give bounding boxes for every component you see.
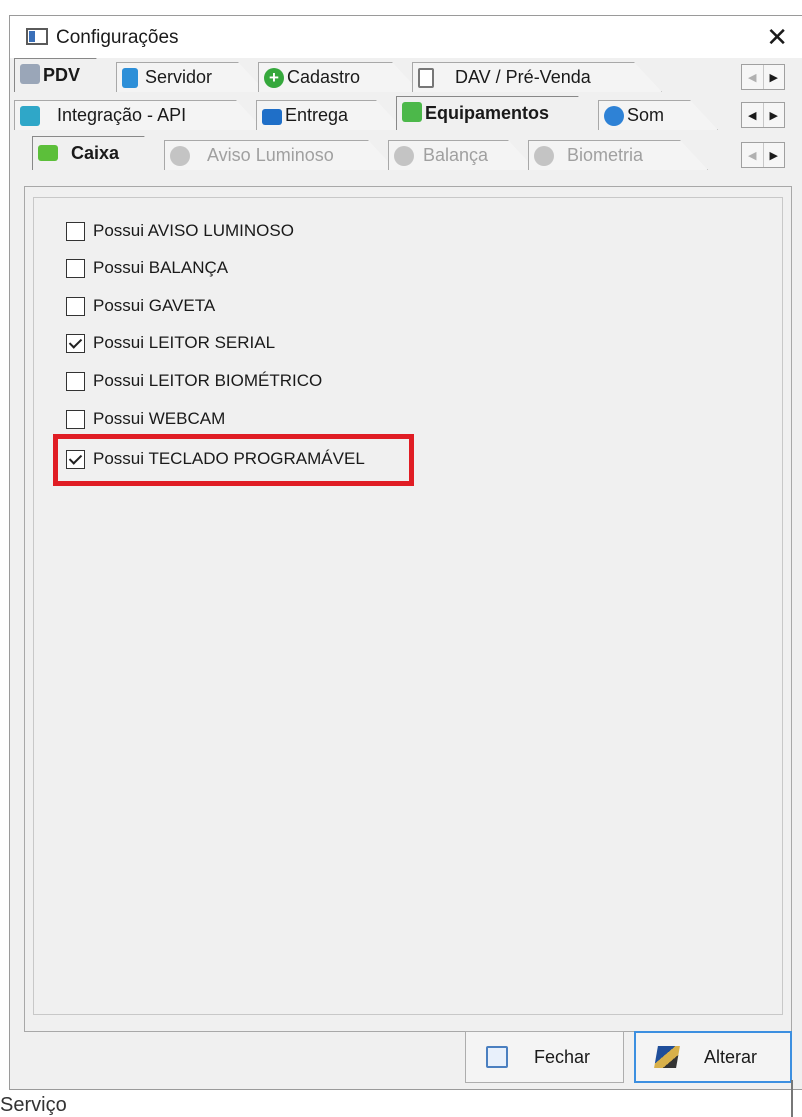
option-label: Possui WEBCAM — [93, 409, 226, 428]
scroll-left-button[interactable]: ◀ — [742, 65, 764, 89]
option-balanca[interactable]: Possui BALANÇA — [66, 256, 228, 280]
server-icon — [122, 68, 138, 88]
close-icon[interactable]: ✕ — [766, 22, 788, 53]
tab-balanca[interactable]: Balança — [388, 140, 536, 170]
tab-label: Servidor — [145, 67, 213, 87]
checkbox[interactable] — [66, 221, 85, 241]
tab-biometria[interactable]: Biometria — [528, 140, 708, 170]
tab-integracao-api[interactable]: Integração - API — [14, 100, 264, 130]
option-leitor-serial[interactable]: Possui LEITOR SERIAL — [66, 331, 275, 355]
tab-label: Caixa — [71, 143, 120, 163]
sound-icon — [604, 106, 624, 126]
plus-icon: + — [264, 68, 284, 88]
window-edge — [791, 1080, 793, 1117]
tab-row-main: PDV Servidor + Cadastro DAV / Pré-Venda … — [10, 60, 802, 92]
settings-window: Configurações ✕ PDV Servidor + Cadastro … — [9, 15, 802, 1090]
tab-label: Integração - API — [57, 105, 187, 125]
document-icon — [418, 68, 434, 88]
tab-label: DAV / Pré-Venda — [455, 67, 591, 87]
pdv-icon — [20, 64, 40, 84]
scroll-left-button[interactable]: ◀ — [742, 103, 764, 127]
edit-button-label: Alterar — [704, 1046, 758, 1067]
tab-row-equipamentos: Caixa Aviso Luminoso Balança Biometria ◀… — [10, 138, 802, 170]
tab-label: Equipamentos — [425, 103, 550, 123]
option-webcam[interactable]: Possui WEBCAM — [66, 407, 225, 431]
window-icon — [26, 28, 48, 45]
tab-scroll-equipamentos: ◀ ▶ — [741, 142, 785, 168]
scroll-right-button[interactable]: ▶ — [764, 103, 785, 127]
tab-label: PDV — [43, 65, 81, 85]
tab-label: Som — [627, 105, 665, 125]
sync-icon — [20, 106, 40, 126]
checkbox[interactable] — [66, 296, 85, 316]
tab-label: Balança — [423, 145, 489, 165]
option-leitor-biometrico[interactable]: Possui LEITOR BIOMÉTRICO — [66, 369, 322, 393]
scroll-right-button[interactable]: ▶ — [764, 143, 785, 167]
pen-icon — [654, 1046, 680, 1068]
tab-dav-pre-venda[interactable]: DAV / Pré-Venda — [412, 62, 662, 92]
window-title: Configurações — [56, 27, 179, 48]
edit-button[interactable]: Alterar — [634, 1031, 792, 1083]
scroll-right-button[interactable]: ▶ — [764, 65, 785, 89]
background-text: Serviço — [0, 1094, 67, 1116]
tab-row-pdv: Integração - API Entrega Equipamentos So… — [10, 98, 802, 130]
option-label: Possui AVISO LUMINOSO — [93, 221, 294, 240]
tab-label: Biometria — [567, 145, 644, 165]
tab-pdv[interactable]: PDV — [14, 58, 124, 92]
exit-icon — [486, 1046, 508, 1068]
gear-icon — [170, 146, 190, 166]
checkbox[interactable] — [66, 333, 85, 353]
tab-aviso-luminoso[interactable]: Aviso Luminoso — [164, 140, 396, 170]
tab-cadastro[interactable]: + Cadastro — [258, 62, 420, 92]
tab-scroll-main: ◀ ▶ — [741, 64, 785, 90]
tab-label: Cadastro — [287, 67, 361, 87]
highlight-annotation — [53, 434, 414, 486]
tab-servidor[interactable]: Servidor — [116, 62, 266, 92]
option-gaveta[interactable]: Possui GAVETA — [66, 294, 215, 318]
tab-equipamentos[interactable]: Equipamentos — [396, 96, 606, 130]
title-bar: Configurações ✕ — [10, 16, 802, 58]
gear-icon — [534, 146, 554, 166]
tab-label: Aviso Luminoso — [207, 145, 334, 165]
checkbox[interactable] — [66, 258, 85, 278]
close-button-label: Fechar — [534, 1046, 591, 1067]
tab-som[interactable]: Som — [598, 100, 718, 130]
tab-caixa[interactable]: Caixa — [32, 136, 172, 170]
option-aviso-luminoso[interactable]: Possui AVISO LUMINOSO — [66, 219, 294, 243]
checkbox[interactable] — [66, 371, 85, 391]
close-button[interactable]: Fechar — [465, 1031, 624, 1083]
scroll-left-button[interactable]: ◀ — [742, 143, 764, 167]
equipment-icon — [402, 102, 422, 122]
option-label: Possui LEITOR BIOMÉTRICO — [93, 371, 323, 390]
option-label: Possui LEITOR SERIAL — [93, 333, 276, 352]
tab-entrega[interactable]: Entrega — [256, 100, 404, 130]
tab-scroll-pdv: ◀ ▶ — [741, 102, 785, 128]
truck-icon — [262, 109, 282, 125]
checkbox[interactable] — [66, 409, 85, 429]
option-label: Possui GAVETA — [93, 296, 216, 315]
cash-register-icon — [38, 145, 58, 161]
option-label: Possui BALANÇA — [93, 258, 229, 277]
gear-icon — [394, 146, 414, 166]
tab-label: Entrega — [285, 105, 349, 125]
caixa-options-group — [33, 197, 783, 1015]
